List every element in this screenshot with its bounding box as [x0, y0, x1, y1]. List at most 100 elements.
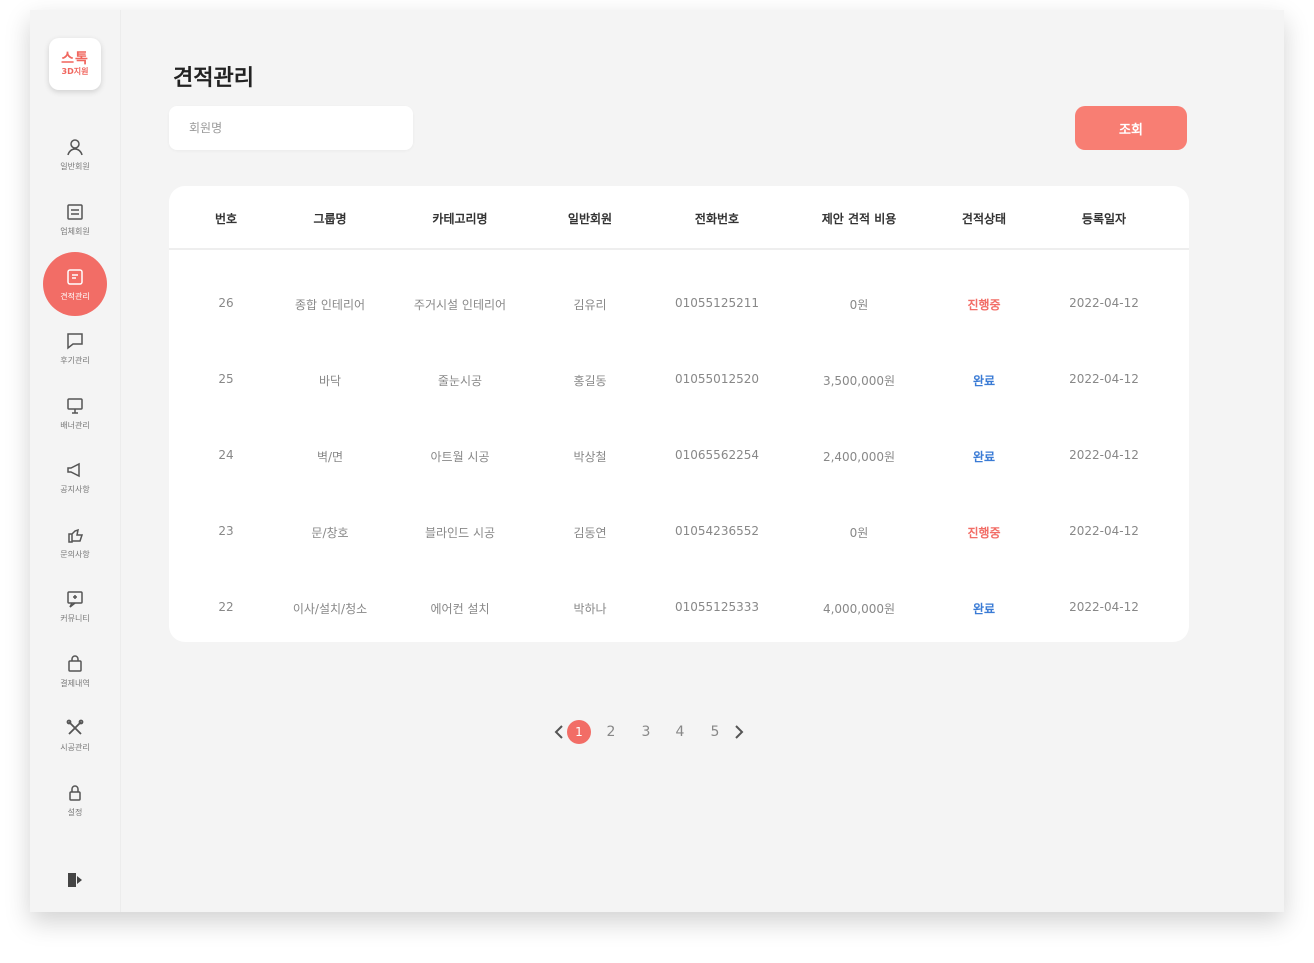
quote-table: 번호 그룹명 카테고리명 일반회원 전화번호 제안 견적 비용 견적상태 등록일… [169, 186, 1189, 642]
column-header: 일반회원 [567, 212, 613, 226]
cell-category: 에어컨 설치 [430, 602, 490, 616]
logout-icon[interactable] [65, 870, 85, 890]
cell-date: 2022-04-12 [1069, 524, 1139, 538]
user-icon [67, 138, 83, 155]
sidebar-item-reviews[interactable]: 후기관리 [43, 316, 107, 380]
column-header: 등록일자 [1081, 212, 1127, 226]
logo-line1: 스톡 [61, 51, 89, 67]
review-icon [67, 332, 83, 350]
cell-group: 이사/설치/청소 [292, 602, 368, 616]
sidebar-item-label: 업체회원 [60, 226, 90, 236]
search-button[interactable]: 조회 [1075, 106, 1187, 150]
cell-phone: 01065562254 [675, 448, 759, 462]
column-header: 제안 견적 비용 [821, 212, 897, 226]
main-content: 견적관리 조회 번호 그룹명 카테고리명 일반회원 전화번호 제안 견적 비용 … [121, 10, 1284, 912]
cell-member: 김유리 [573, 298, 607, 312]
sidebar-item-quotes[interactable]: 견적관리 [43, 252, 107, 316]
cell-number: 24 [218, 448, 234, 462]
cell-number: 23 [218, 524, 234, 538]
construction-icon [66, 719, 84, 735]
cell-number: 25 [218, 372, 234, 386]
cell-member: 김동연 [573, 526, 607, 540]
chevron-left-icon[interactable] [549, 722, 569, 742]
sidebar-item-label: 공지사항 [60, 484, 90, 494]
sidebar-item-label: 배너관리 [60, 420, 90, 430]
cell-category: 주거시설 인테리어 [413, 298, 507, 312]
column-header: 전화번호 [694, 212, 740, 226]
cell-member: 박상철 [573, 450, 607, 464]
status-badge: 완료 [972, 450, 996, 464]
cell-cost: 0원 [849, 526, 869, 540]
sidebar-item-label: 문의사항 [60, 549, 90, 559]
sidebar-item-label: 설정 [67, 807, 83, 817]
page-button-3[interactable]: 3 [638, 720, 654, 744]
table-row[interactable]: 26 종합 인테리어 주거시설 인테리어 김유리 01055125211 0원 … [169, 266, 1189, 342]
cell-group: 문/창호 [311, 526, 349, 540]
inquiry-icon [68, 528, 84, 543]
page-button-4[interactable]: 4 [672, 720, 688, 744]
sidebar-item-label: 커뮤니티 [60, 613, 90, 623]
sidebar-item-label: 시공관리 [60, 742, 90, 752]
column-header: 카테고리명 [432, 212, 488, 226]
sidebar-item-label: 일반회원 [60, 161, 90, 171]
status-badge: 완료 [972, 374, 996, 388]
cell-phone: 01055125211 [675, 296, 759, 310]
cell-group: 바닥 [318, 374, 342, 388]
column-header: 견적상태 [961, 212, 1007, 226]
cell-category: 줄눈시공 [437, 374, 483, 388]
cell-date: 2022-04-12 [1069, 296, 1139, 310]
app-logo[interactable]: 스톡 3D지원 [49, 38, 101, 90]
notice-icon [67, 462, 80, 477]
banner-icon [67, 397, 83, 414]
table-row[interactable]: 22 이사/설치/청소 에어컨 설치 박하나 01055125333 4,000… [169, 570, 1189, 646]
sidebar-item-banners[interactable]: 배너관리 [43, 381, 107, 445]
cell-member: 홍길동 [573, 374, 607, 388]
payment-icon [68, 654, 82, 672]
quote-icon [67, 268, 83, 285]
company-icon [67, 203, 83, 220]
cell-cost: 0원 [849, 298, 869, 312]
page-button-5[interactable]: 5 [707, 720, 723, 744]
sidebar-item-community[interactable]: 커뮤니티 [43, 574, 107, 638]
sidebar-item-inquiries[interactable]: 문의사항 [43, 510, 107, 574]
sidebar-item-payments[interactable]: 결제내역 [43, 639, 107, 703]
chevron-right-icon[interactable] [729, 722, 749, 742]
column-header: 그룹명 [313, 212, 347, 226]
cell-phone: 01054236552 [675, 524, 759, 538]
cell-phone: 01055012520 [675, 372, 759, 386]
cell-phone: 01055125333 [675, 600, 759, 614]
cell-category: 블라인드 시공 [424, 526, 496, 540]
app-window: 스톡 3D지원 일반회원 업체회원 견적관리 후기관리 배너관리 공지사항 문의… [30, 10, 1284, 912]
page-button-1[interactable]: 1 [567, 720, 591, 744]
lock-icon [69, 784, 81, 801]
status-badge: 진행중 [967, 298, 1001, 312]
pagination: 1 2 3 4 5 [554, 720, 759, 744]
sidebar-item-companies[interactable]: 업체회원 [43, 187, 107, 251]
cell-cost: 2,400,000원 [822, 450, 896, 464]
sidebar-item-construction[interactable]: 시공관리 [43, 703, 107, 767]
sidebar-item-label: 결제내역 [60, 678, 90, 688]
table-header: 번호 그룹명 카테고리명 일반회원 전화번호 제안 견적 비용 견적상태 등록일… [169, 186, 1189, 250]
sidebar-item-notices[interactable]: 공지사항 [43, 445, 107, 509]
cell-group: 벽/면 [316, 450, 344, 464]
cell-group: 종합 인테리어 [294, 298, 366, 312]
table-row[interactable]: 23 문/창호 블라인드 시공 김동연 01054236552 0원 진행중 2… [169, 494, 1189, 570]
cell-number: 22 [218, 600, 234, 614]
table-row[interactable]: 25 바닥 줄눈시공 홍길동 01055012520 3,500,000원 완료… [169, 342, 1189, 418]
table-row[interactable]: 24 벽/면 아트월 시공 박상철 01065562254 2,400,000원… [169, 418, 1189, 494]
page-title: 견적관리 [173, 66, 254, 91]
search-input[interactable] [169, 106, 413, 150]
sidebar-item-label: 견적관리 [60, 291, 90, 301]
community-icon [67, 590, 83, 608]
sidebar-item-settings[interactable]: 설정 [43, 768, 107, 832]
cell-date: 2022-04-12 [1069, 448, 1139, 462]
sidebar-item-members[interactable]: 일반회원 [43, 122, 107, 186]
column-header: 번호 [214, 212, 238, 226]
cell-cost: 4,000,000원 [822, 602, 896, 616]
page-button-2[interactable]: 2 [603, 720, 619, 744]
sidebar-item-label: 후기관리 [60, 355, 90, 365]
cell-member: 박하나 [573, 602, 607, 616]
sidebar: 스톡 3D지원 일반회원 업체회원 견적관리 후기관리 배너관리 공지사항 문의… [30, 10, 121, 912]
status-badge: 진행중 [967, 526, 1001, 540]
cell-cost: 3,500,000원 [822, 374, 896, 388]
